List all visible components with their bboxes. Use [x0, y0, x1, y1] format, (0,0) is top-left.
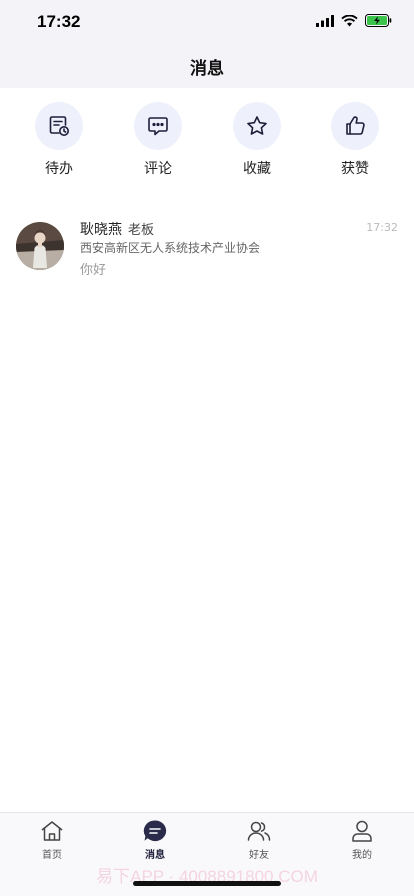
- profile-icon: [352, 820, 372, 842]
- message-name-line: 耿晓燕 老板: [80, 219, 154, 239]
- status-time: 17:32: [37, 12, 81, 31]
- cellular-signal-icon: [316, 14, 334, 27]
- quick-action-likes[interactable]: 获赞: [325, 102, 385, 182]
- status-icons: [316, 14, 392, 27]
- avatar: [16, 222, 64, 270]
- message-preview: 你好: [80, 263, 107, 278]
- tab-home[interactable]: 首页: [17, 819, 87, 865]
- list-item[interactable]: 耿晓燕 老板 西安高新区无人系统技术产业协会 你好 17:32: [0, 212, 414, 280]
- quick-action-todo-circle: [35, 102, 83, 150]
- chat-icon: [143, 820, 167, 842]
- quick-action-todo[interactable]: 待办: [29, 102, 89, 182]
- quick-action-favorite-circle: [233, 102, 281, 150]
- quick-action-todo-label: 待办: [45, 161, 73, 177]
- friends-icon: [247, 821, 271, 841]
- nav-header: 消息: [0, 44, 414, 88]
- tab-friends[interactable]: 好友: [224, 819, 294, 865]
- thumbs-up-icon: [346, 116, 365, 135]
- quick-action-comment-label: 评论: [144, 161, 172, 177]
- battery-charging-icon: [365, 14, 392, 27]
- quick-action-likes-circle: [331, 102, 379, 150]
- home-icon: [41, 821, 63, 841]
- page-title: 消息: [190, 58, 224, 79]
- sender-name: 耿晓燕: [80, 222, 122, 238]
- quick-action-likes-label: 获赞: [341, 161, 369, 177]
- quick-actions: 待办 评论 收藏 获赞: [0, 102, 414, 182]
- quick-action-comment-circle: [134, 102, 182, 150]
- tab-profile-label: 我的: [352, 850, 372, 861]
- home-indicator: [133, 881, 281, 886]
- message-time: 17:32: [366, 221, 398, 234]
- tab-friends-label: 好友: [249, 850, 269, 861]
- quick-action-comment[interactable]: 评论: [128, 102, 188, 182]
- tab-messages[interactable]: 消息: [120, 819, 190, 865]
- status-bar: 17:32: [0, 0, 414, 44]
- avatar-photo-icon: [16, 222, 64, 270]
- tab-profile[interactable]: 我的: [327, 819, 397, 865]
- quick-action-favorite[interactable]: 收藏: [227, 102, 287, 182]
- quick-action-favorite-label: 收藏: [243, 161, 271, 177]
- tab-messages-label: 消息: [145, 850, 165, 861]
- tab-home-label: 首页: [42, 850, 62, 861]
- sender-organization: 西安高新区无人系统技术产业协会: [80, 241, 261, 255]
- star-icon: [247, 116, 267, 135]
- wifi-icon: [341, 14, 358, 26]
- todo-icon: [49, 116, 69, 136]
- sender-role: 老板: [128, 223, 155, 238]
- comment-icon: [148, 117, 168, 136]
